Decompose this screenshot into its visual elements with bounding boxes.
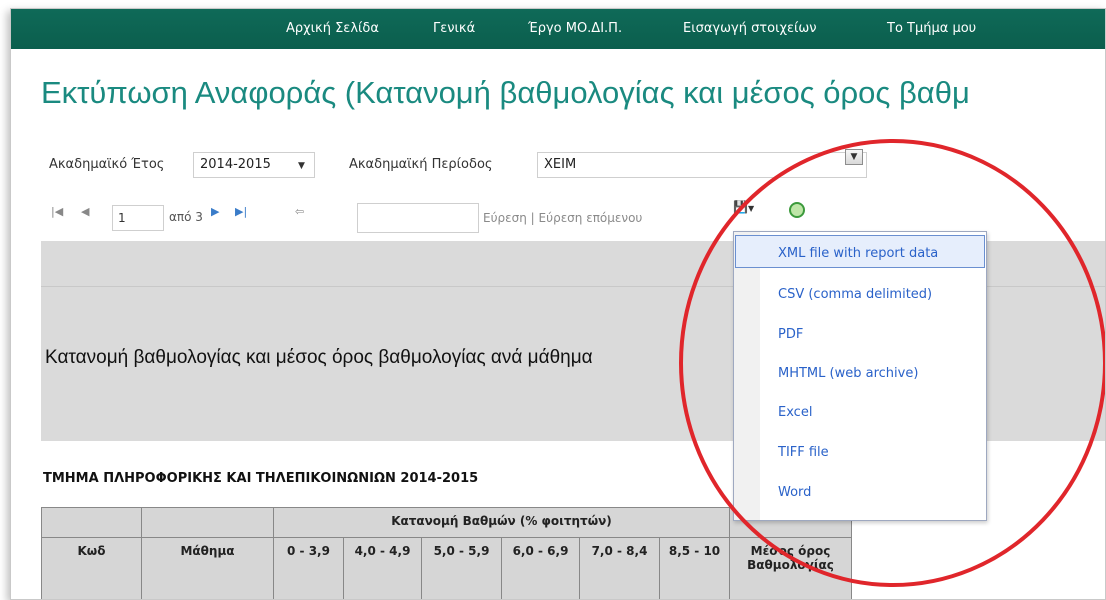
next-page-icon[interactable]: ▶ (211, 205, 219, 218)
page-number-value: 1 (118, 211, 126, 225)
page-number-input[interactable]: 1 (112, 205, 164, 231)
export-button[interactable]: 💾▼ (733, 200, 763, 220)
export-excel-option[interactable]: Excel (778, 405, 812, 420)
export-tiff-option[interactable]: TIFF file (778, 445, 829, 460)
prev-page-icon[interactable]: ◀ (81, 205, 89, 218)
nav-general[interactable]: Γενικά (433, 21, 475, 36)
find-input[interactable] (357, 203, 479, 233)
year-label: Ακαδημαϊκό Έτος (49, 157, 165, 172)
export-menu: XML file with report data CSV (comma del… (733, 231, 987, 521)
range-header: 6,0 - 6,9 (501, 537, 580, 599)
department-title: ΤΜΗΜΑ ΠΛΗΡΟΦΟΡΙΚΗΣ ΚΑΙ ΤΗΛΕΠΙΚΟΙΝΩΝΙΩΝ 2… (43, 471, 479, 486)
find-link[interactable]: Εύρεση (483, 211, 527, 225)
blank-header-cell (141, 507, 274, 538)
page-count: από 3 (169, 210, 203, 224)
blank-header-cell (41, 507, 142, 538)
range-header: 0 - 3,9 (273, 537, 344, 599)
range-header: 4,0 - 4,9 (343, 537, 422, 599)
course-header: Μάθημα (141, 537, 274, 599)
export-mhtml-option[interactable]: MHTML (web archive) (778, 366, 918, 381)
range-header: 5,0 - 5,9 (421, 537, 502, 599)
period-select[interactable]: ΧΕΙΜ (537, 152, 867, 178)
distribution-header: Κατανομή Βαθμών (% φοιτητών) (273, 507, 730, 538)
back-icon[interactable]: ⇦ (295, 205, 304, 218)
chevron-down-icon: ▼ (747, 204, 755, 213)
nav-my-department[interactable]: Το Τμήμα μου (887, 21, 976, 36)
average-header: Μέσος όρος Βαθμολογίας (729, 537, 852, 599)
find-next-link[interactable]: Εύρεση επόμενου (539, 211, 643, 225)
export-pdf-option[interactable]: PDF (778, 327, 803, 342)
export-csv-option[interactable]: CSV (comma delimited) (778, 287, 932, 302)
nav-project[interactable]: Έργο ΜΟ.ΔΙ.Π. (528, 21, 622, 36)
grades-table: Κατανομή Βαθμών (% φοιτητών) Κωδ Μάθημα … (41, 507, 852, 599)
browser-frame: Αρχική Σελίδα Γενικά Έργο ΜΟ.ΔΙ.Π. Εισαγ… (10, 8, 1106, 600)
find-separator: | (530, 211, 535, 225)
page-title: Εκτύπωση Αναφοράς (Κατανομή βαθμολογίας … (41, 75, 970, 110)
menu-gutter (734, 232, 760, 520)
code-header: Κωδ (41, 537, 142, 599)
export-xml-option[interactable]: XML file with report data (778, 246, 938, 261)
year-select[interactable]: 2014-2015 ▼ (193, 152, 315, 178)
chevron-down-icon: ▼ (298, 161, 305, 171)
chevron-down-icon: ▼ (850, 152, 858, 162)
top-nav: Αρχική Σελίδα Γενικά Έργο ΜΟ.ΔΙ.Π. Εισαγ… (11, 9, 1105, 49)
save-icon: 💾 (733, 200, 748, 214)
range-header: 7,0 - 8,4 (579, 537, 660, 599)
export-word-option[interactable]: Word (778, 485, 811, 500)
year-value: 2014-2015 (200, 157, 271, 172)
range-header: 8,5 - 10 (659, 537, 730, 599)
period-dropdown-button[interactable]: ▼ (845, 149, 863, 165)
report-heading: Κατανομή βαθμολογίας και μέσος όρος βαθμ… (45, 347, 593, 368)
period-value: ΧΕΙΜ (544, 157, 577, 172)
nav-data-entry[interactable]: Εισαγωγή στοιχείων (683, 21, 817, 36)
first-page-icon[interactable]: |◀ (51, 205, 63, 218)
find-links: Εύρεση | Εύρεση επόμενου (483, 211, 642, 225)
last-page-icon[interactable]: ▶| (235, 205, 247, 218)
period-label: Ακαδημαϊκή Περίοδος (349, 157, 493, 172)
refresh-icon[interactable] (789, 202, 805, 218)
nav-home[interactable]: Αρχική Σελίδα (286, 21, 379, 36)
